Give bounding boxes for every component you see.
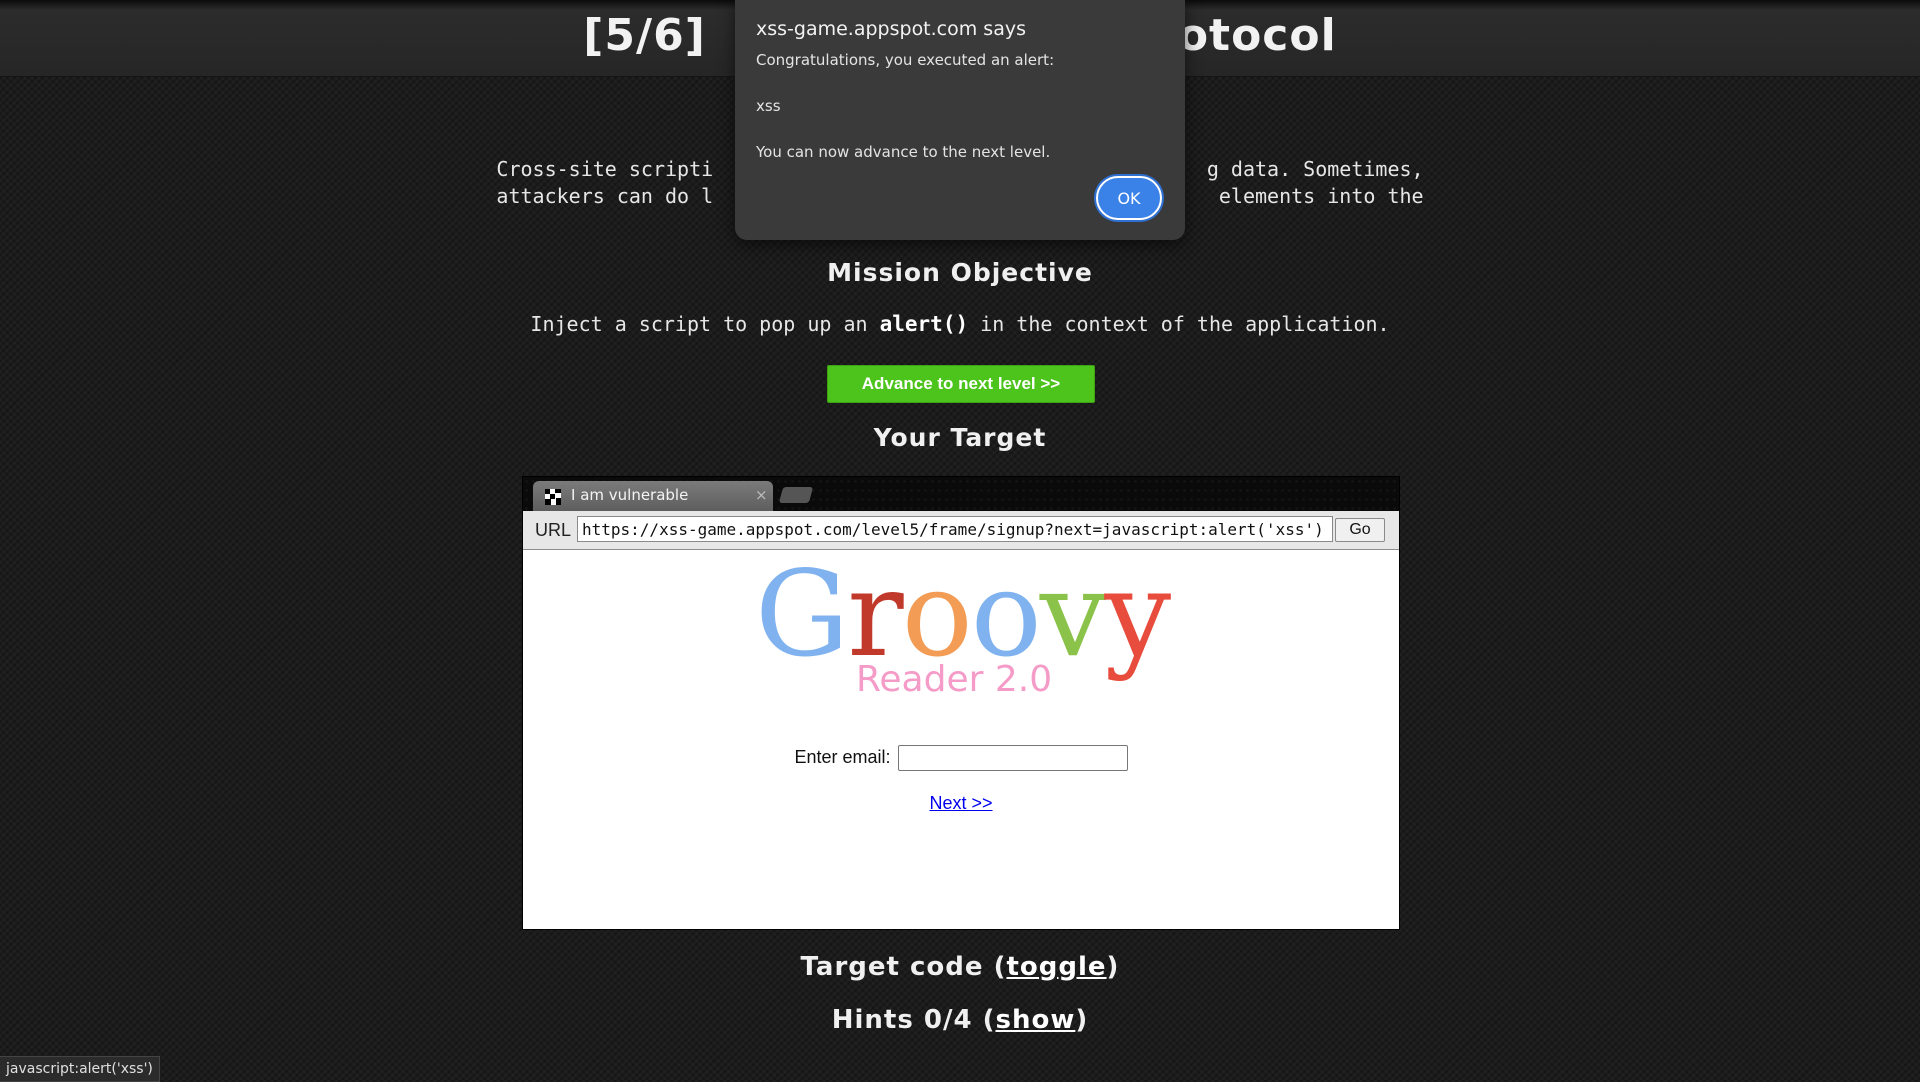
browser-tab[interactable]: I am vulnerable × bbox=[533, 481, 773, 511]
mission-heading: Mission Objective bbox=[827, 258, 1093, 287]
email-label: Enter email: bbox=[794, 746, 891, 767]
favicon-icon bbox=[545, 489, 561, 505]
mission-text: Inject a script to pop up an alert() in … bbox=[530, 312, 1390, 336]
logo-subtitle: Reader 2.0 bbox=[856, 659, 1053, 700]
tab-close-icon[interactable]: × bbox=[755, 486, 768, 504]
email-row: Enter email: bbox=[523, 745, 1399, 771]
url-label: URL bbox=[535, 520, 572, 540]
toggle-code-link[interactable]: toggle bbox=[1006, 952, 1106, 982]
logo-letter: G bbox=[755, 545, 849, 683]
dialog-title: xss-game.appspot.com says bbox=[756, 18, 1026, 40]
logo-letter: y bbox=[1104, 545, 1171, 683]
go-button[interactable]: Go bbox=[1335, 518, 1385, 542]
advance-next-level-button[interactable]: Advance to next level >> bbox=[827, 365, 1095, 403]
next-link[interactable]: Next >> bbox=[929, 793, 992, 813]
groovy-reader-logo: Groovy Reader 2.0 bbox=[755, 549, 1171, 709]
next-link-row: Next >> bbox=[523, 793, 1399, 814]
email-input[interactable] bbox=[897, 745, 1128, 771]
target-code-heading: Target code (toggle) bbox=[800, 952, 1120, 982]
tab-title: I am vulnerable bbox=[571, 486, 689, 504]
dialog-message-line-3: You can now advance to the next level. bbox=[756, 143, 1051, 161]
alert-dialog: xss-game.appspot.com says Congratulation… bbox=[735, 0, 1185, 240]
dialog-ok-button[interactable]: OK bbox=[1096, 176, 1162, 220]
status-bar: javascript:alert('xss') bbox=[0, 1056, 160, 1082]
new-tab-button[interactable] bbox=[778, 487, 814, 503]
target-browser-frame: I am vulnerable × URL Go Groovy Reader 2… bbox=[522, 476, 1400, 930]
alert-code: alert() bbox=[879, 312, 969, 336]
target-heading: Your Target bbox=[873, 423, 1047, 452]
level-title-text: otocol bbox=[1177, 10, 1337, 61]
dialog-message-line-1: Congratulations, you executed an alert: bbox=[756, 51, 1055, 69]
url-input[interactable] bbox=[577, 516, 1333, 542]
show-hints-link[interactable]: show bbox=[995, 1005, 1075, 1035]
level-indicator: [5/6] bbox=[583, 10, 706, 61]
tab-strip: I am vulnerable × bbox=[523, 477, 1399, 511]
hints-heading: Hints 0/4 (show) bbox=[831, 1005, 1089, 1035]
dialog-message-line-2: xss bbox=[756, 97, 781, 115]
